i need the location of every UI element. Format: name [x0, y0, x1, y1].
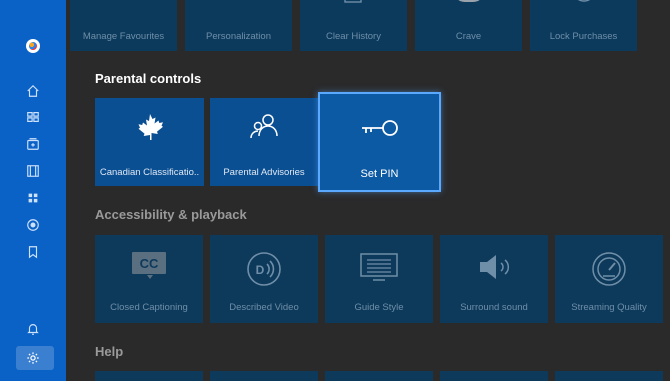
help-tile[interactable] — [210, 371, 318, 381]
settings-screen: Manage Favourites Personalization Clear … — [0, 0, 670, 381]
people-icon — [210, 112, 318, 142]
gauge-icon — [555, 251, 663, 287]
parental-controls-heading: Parental controls — [95, 71, 202, 86]
accessibility-heading: Accessibility & playback — [95, 207, 247, 222]
personalization-tile[interactable]: Personalization — [185, 0, 292, 51]
tile-label: Set PIN — [360, 168, 399, 180]
guide-style-tile[interactable]: Guide Style — [325, 235, 433, 323]
tile-label: Surround sound — [460, 302, 528, 313]
set-pin-tile[interactable]: Set PIN — [318, 92, 441, 192]
help-heading: Help — [95, 344, 124, 359]
described-video-tile[interactable]: D Described Video — [210, 235, 318, 323]
tile-label: Lock Purchases — [549, 31, 618, 42]
manage-favourites-tile[interactable]: Manage Favourites — [70, 0, 177, 51]
help-tile[interactable] — [325, 371, 433, 381]
crave-logo-icon — [453, 0, 485, 2]
svg-text:CC: CC — [140, 256, 159, 271]
guide-icon[interactable] — [22, 106, 44, 128]
svg-text:D: D — [256, 263, 265, 277]
described-video-icon: D — [210, 251, 318, 287]
lock-purchases-tile[interactable]: Lock Purchases — [530, 0, 637, 51]
streaming-quality-tile[interactable]: Streaming Quality — [555, 235, 663, 323]
home-icon[interactable] — [22, 80, 44, 102]
live-icon[interactable] — [22, 214, 44, 236]
tile-label: Described Video — [229, 302, 299, 313]
help-tile[interactable] — [555, 371, 663, 381]
apps-icon[interactable] — [22, 187, 44, 209]
help-tile[interactable] — [95, 371, 203, 381]
recordings-icon[interactable] — [22, 133, 44, 155]
tile-label: Closed Captioning — [110, 302, 188, 313]
surround-sound-tile[interactable]: Surround sound — [440, 235, 548, 323]
keyboard-icon — [325, 251, 433, 283]
tile-label: Manage Favourites — [82, 31, 165, 42]
help-tile[interactable] — [440, 371, 548, 381]
tile-label: Parental Advisories — [223, 167, 305, 178]
key-icon — [320, 116, 439, 140]
parental-advisories-tile[interactable]: Parental Advisories — [210, 98, 318, 186]
settings-icon[interactable] — [22, 347, 44, 369]
clear-history-tile[interactable]: Clear History — [300, 0, 407, 51]
lock-icon — [578, 0, 590, 2]
tile-label: Streaming Quality — [571, 302, 647, 313]
movies-icon[interactable] — [22, 160, 44, 182]
cc-icon: CC — [95, 251, 203, 279]
maple-leaf-icon — [95, 112, 204, 142]
closed-captioning-tile[interactable]: CC Closed Captioning — [95, 235, 203, 323]
canadian-classification-tile[interactable]: Canadian Classificatio.. — [95, 98, 204, 186]
notifications-icon[interactable] — [22, 318, 44, 340]
profile-logo-icon[interactable] — [26, 39, 40, 53]
tile-label: Crave — [455, 31, 482, 42]
crave-tile[interactable]: Crave — [415, 0, 522, 51]
tile-label: Personalization — [206, 31, 271, 42]
tile-label: Clear History — [326, 31, 381, 42]
tile-label: Canadian Classificatio.. — [99, 167, 200, 178]
bookmark-icon[interactable] — [22, 241, 44, 263]
history-icon — [344, 0, 362, 3]
sidebar — [0, 0, 66, 381]
speaker-icon — [440, 251, 548, 283]
tile-label: Guide Style — [354, 302, 404, 313]
